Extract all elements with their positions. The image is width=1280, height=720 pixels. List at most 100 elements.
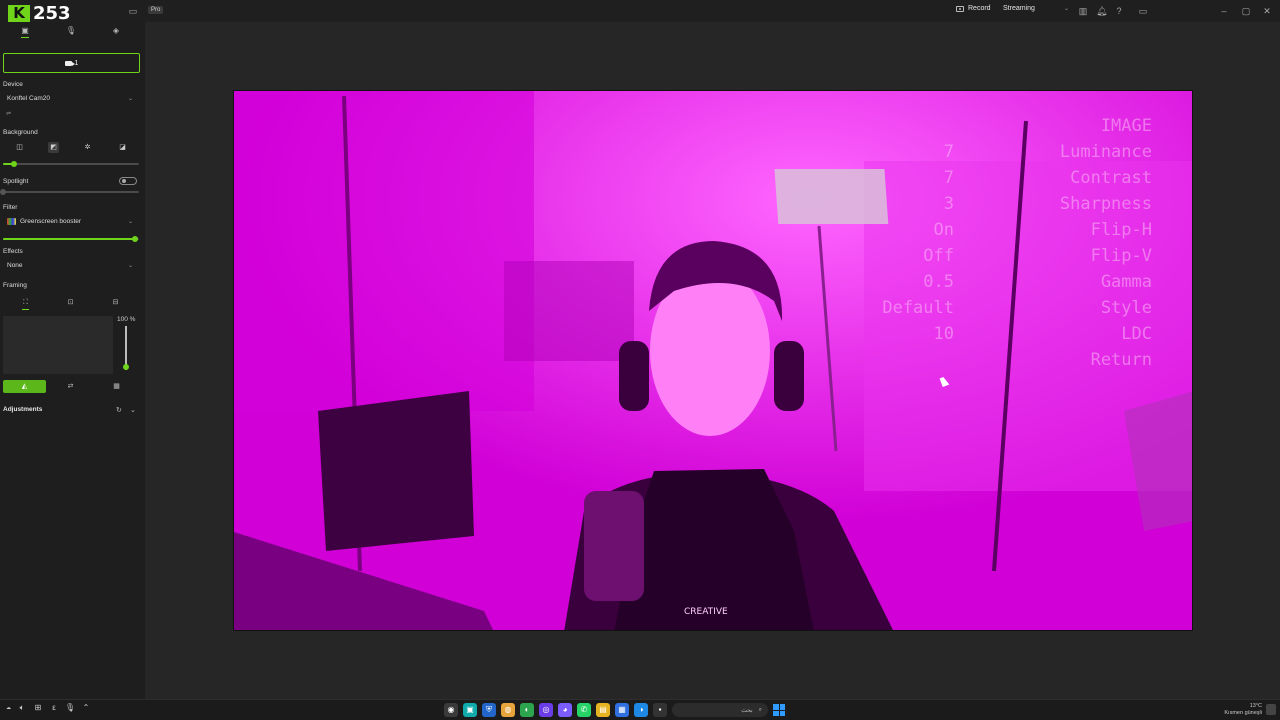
tab-microphone-icon[interactable]: 🎙︎: [65, 26, 77, 36]
osd-item-value: Off: [923, 246, 954, 266]
sidebar-tabs: ▣ 🎙︎ ◈: [0, 24, 145, 38]
device-label: Device: [3, 81, 23, 88]
close-window-icon[interactable]: ✕: [1262, 6, 1272, 16]
terminal-app-icon[interactable]: ▪: [653, 703, 667, 717]
notification-icon[interactable]: [1266, 704, 1276, 715]
osd-item-label: Luminance: [1060, 142, 1152, 162]
osd-item-label: Flip-H: [1091, 220, 1152, 240]
streaming-dropdown[interactable]: Streaming ⌄: [1003, 5, 1073, 17]
camera-preview[interactable]: IMAGE Luminance 7 Contrast 7 Sharpness 3 Flip-H…: [233, 90, 1193, 631]
zoom-slider[interactable]: [123, 326, 129, 370]
file-explorer-app-icon[interactable]: ▤: [596, 703, 610, 717]
osd-item-label: Flip-V: [1091, 246, 1152, 266]
slider-knob[interactable]: [123, 364, 129, 370]
pro-badge[interactable]: Pro: [148, 6, 164, 14]
osd-item-value: 0.5: [923, 272, 954, 292]
camera-select-button[interactable]: 1: [3, 53, 140, 73]
osd-item-value: 7: [944, 142, 954, 162]
device-dropdown[interactable]: Konftel Cam20 ⌄: [3, 93, 137, 104]
microphone-icon[interactable]: 🎙︎: [65, 703, 75, 713]
camo-app-icon[interactable]: ◉: [444, 703, 458, 717]
chevron-down-icon: ⌄: [1063, 6, 1069, 12]
chevron-down-icon: ⌄: [127, 96, 133, 102]
shirt-text: CREATIVE: [684, 607, 728, 617]
framing-manual-icon[interactable]: ⊟: [110, 297, 121, 308]
osd-item-label: IMAGE: [1101, 116, 1152, 136]
search-icon: ⌕: [758, 706, 762, 713]
mode-grid-icon[interactable]: ▦: [95, 380, 138, 393]
osd-item-label: Style: [1101, 298, 1152, 318]
adjustments-header[interactable]: Adjustments ↻ ⌄: [3, 406, 138, 416]
osd-item-value: On: [934, 220, 954, 240]
greenshot-app-icon[interactable]: ▣: [463, 703, 477, 717]
discord-app-icon[interactable]: ◕: [558, 703, 572, 717]
filter-intensity-slider[interactable]: [3, 236, 139, 242]
background-blur-icon[interactable]: ◩: [48, 142, 59, 153]
minimize-panel-icon[interactable]: ▭: [1138, 6, 1148, 16]
windows-start-icon[interactable]: [773, 704, 785, 716]
store-app-icon[interactable]: ▦: [615, 703, 629, 717]
defender-app-icon[interactable]: ⛨: [482, 703, 496, 717]
slider-knob[interactable]: [0, 189, 6, 195]
background-none-icon[interactable]: ◫: [14, 142, 25, 153]
effects-dropdown[interactable]: None ⌄: [3, 260, 137, 271]
chat-app-icon[interactable]: ◐: [520, 703, 534, 717]
osd-item-label: Gamma: [1101, 272, 1152, 292]
chevron-down-icon[interactable]: ⌄: [130, 406, 136, 414]
device-value: Konftel Cam20: [7, 95, 50, 102]
background-image-icon[interactable]: ◪: [117, 142, 128, 153]
camera-number: 1: [74, 59, 79, 67]
tab-video-icon[interactable]: ▣: [19, 26, 31, 38]
taskbar-search[interactable]: بحث ⌕: [672, 703, 768, 717]
framing-mode-row: ◭ ⇄ ▦: [3, 380, 138, 393]
sound-icon[interactable]: 🔈︎: [17, 703, 27, 713]
mode-swap-icon[interactable]: ⇄: [49, 380, 92, 393]
sidebar-toggle-icon[interactable]: ▭: [128, 6, 138, 16]
preview-scene: IMAGE Luminance 7 Contrast 7 Sharpness 3 Flip-H…: [234, 91, 1192, 630]
framing-center-icon[interactable]: ⊡: [65, 297, 76, 308]
spotlight-toggle[interactable]: [119, 177, 137, 185]
language-icon[interactable]: ε: [49, 703, 59, 713]
taskbar-apps: ◉ ▣ ⛨ ◍ ◐ ◎ ◕ ✆ ▤ ▦ ◑ ▪ بحث ⌕: [444, 703, 785, 717]
background-blur-slider[interactable]: [3, 161, 139, 167]
record-button[interactable]: Record: [956, 5, 991, 12]
osd-item-label: Return: [1091, 350, 1152, 370]
osd-item-label: Sharpness: [1060, 194, 1152, 214]
framing-auto-icon[interactable]: ⛶: [20, 297, 31, 310]
slider-knob[interactable]: [10, 161, 17, 167]
effects-value: None: [7, 262, 23, 269]
slider-knob[interactable]: [131, 236, 138, 242]
edge-app-icon[interactable]: ◑: [634, 703, 648, 717]
bell-icon[interactable]: 🔔︎: [1096, 6, 1107, 16]
osd-item-label: Contrast: [1070, 168, 1152, 188]
filter-label: Filter: [3, 204, 18, 211]
osd-item-value: 10: [934, 324, 954, 344]
streaming-label: Streaming: [1003, 5, 1035, 12]
weather-temp: 13°C: [1249, 703, 1262, 709]
weather-widget-small[interactable]: ☁︎: [6, 705, 11, 711]
weather-widget[interactable]: 13°C Kısmen güneşli: [1224, 703, 1262, 717]
maximize-window-icon[interactable]: ▢: [1241, 6, 1251, 16]
search-text: بحث: [741, 707, 753, 714]
obs-app-icon[interactable]: ◎: [539, 703, 553, 717]
background-sparkle-icon[interactable]: ✲: [82, 142, 93, 153]
zoom-value: 100 %: [117, 316, 136, 323]
whatsapp-app-icon[interactable]: ✆: [577, 703, 591, 717]
help-icon[interactable]: ?: [1114, 6, 1124, 16]
network-icon[interactable]: ⊞: [33, 703, 43, 713]
chevron-up-icon[interactable]: ⌃: [81, 703, 91, 713]
channel-badge: K 253: [8, 3, 71, 24]
osd-item-value: 7: [944, 168, 954, 188]
chrome-app-icon[interactable]: ◍: [501, 703, 515, 717]
filter-dropdown[interactable]: Greenscreen booster ⌄: [3, 216, 137, 227]
spotlight-slider[interactable]: [0, 189, 139, 195]
os-taskbar: ☁︎ 🔈︎ ⊞ ε 🎙︎ ⌃ ◉ ▣ ⛨ ◍ ◐ ◎ ◕ ✆ ▤ ▦ ◑ ▪ ب…: [0, 699, 1280, 720]
minimize-window-icon[interactable]: –: [1219, 6, 1229, 16]
mode-mountain-icon[interactable]: ◭: [3, 380, 46, 393]
reset-icon[interactable]: ↻: [116, 406, 122, 414]
tab-layers-icon[interactable]: ◈: [110, 26, 122, 36]
layout-icon[interactable]: ▥: [1078, 6, 1088, 16]
record-icon: [956, 5, 964, 12]
framing-preview[interactable]: [3, 316, 113, 374]
settings-sidebar: ▣ 🎙︎ ◈ 1 Device Konftel Cam20 ⌄ ⇌ Backgr…: [0, 22, 145, 699]
